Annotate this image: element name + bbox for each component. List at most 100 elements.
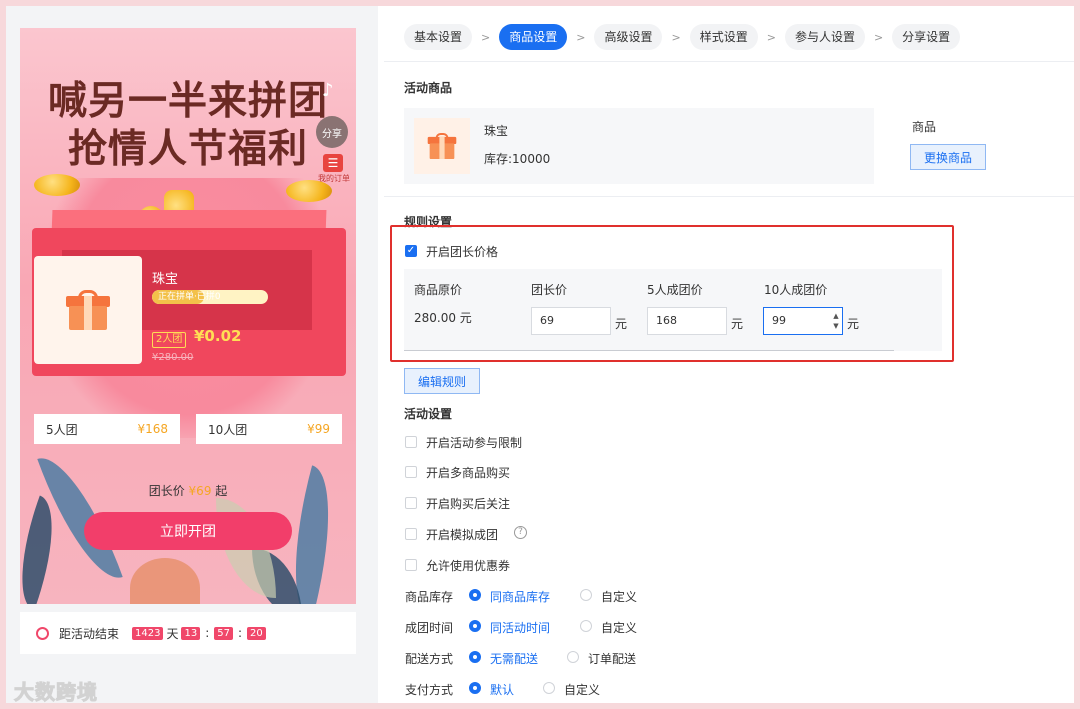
payment-label: 支付方式 (405, 683, 454, 697)
countdown-days: 1423 (132, 626, 164, 640)
stock-label: 商品库存 (405, 590, 454, 604)
radio-delivery-order[interactable] (567, 651, 579, 663)
radio-payment-default[interactable] (469, 682, 481, 694)
edit-rules-button[interactable]: 编辑规则 (404, 368, 480, 394)
music-note-icon[interactable]: ♪ (322, 80, 334, 101)
checkbox-label: 开启购买后关注 (426, 497, 511, 511)
goods-label: 商品 (912, 120, 937, 134)
step-style[interactable]: 样式设置 (689, 24, 758, 50)
order-list-icon: ☰ (323, 154, 343, 172)
tier-price: ¥168 (137, 422, 168, 436)
unit-label: 元 (847, 317, 860, 331)
number-spinner-icon[interactable]: ▲ ▼ (832, 311, 840, 331)
radio-label: 同活动时间 (490, 621, 551, 635)
leader-price-input[interactable]: 69 (531, 307, 611, 335)
checkbox-label: 开启多商品购买 (426, 466, 511, 480)
chevron-right-icon: > (873, 30, 884, 44)
col-leader-price: 团长价 (531, 283, 568, 297)
watermark-logo: 大数跨境 (14, 680, 98, 705)
goods-thumbnail (414, 118, 470, 174)
group-time-label: 成团时间 (405, 621, 454, 635)
five-price-input[interactable]: 168 (647, 307, 727, 335)
tier-10-card[interactable]: 10人团 ¥99 (196, 414, 342, 444)
goods-stock: 库存:10000 (484, 152, 551, 166)
leader-suffix: 起 (215, 484, 228, 498)
divider (384, 196, 1074, 197)
countdown-colon: : (238, 626, 243, 640)
ten-price-input[interactable]: 99 ▲ ▼ (763, 307, 843, 335)
gift-icon (66, 290, 110, 330)
goods-section-title: 活动商品 (404, 81, 453, 95)
radio-delivery-none[interactable] (469, 651, 481, 663)
step-goods[interactable]: 商品设置 (499, 24, 568, 50)
leader-price-checkbox[interactable]: ✓ (405, 245, 417, 257)
checkbox-follow-after-purchase[interactable] (405, 497, 417, 509)
leader-price: ¥69 (188, 484, 212, 498)
unit-label: 元 (731, 317, 744, 331)
coin-decoration (34, 174, 80, 196)
chevron-right-icon: > (481, 30, 491, 44)
countdown-bar: 距活动结束 1423 天 13 : 57 : 20 (20, 612, 356, 654)
radio-time-same[interactable] (469, 620, 481, 632)
tier-price: ¥99 (307, 422, 330, 436)
app-frame: 喊另一半来拼团 抢情人节福利 ♪ 分享 ☰ 我的订单 珠宝 正在拼单·已拼0 2… (6, 6, 1074, 705)
gift-icon (427, 133, 457, 159)
countdown-day-unit: 天 (166, 626, 179, 641)
col-original-price: 商品原价 (414, 283, 463, 297)
radio-label: 订单配送 (588, 652, 637, 666)
delivery-label: 配送方式 (405, 652, 454, 666)
checkbox-label: 允许使用优惠券 (426, 559, 511, 573)
price-rule-table: 商品原价 团长价 5人成团价 10人成团价 280.00 元 69 元 168 … (404, 269, 942, 351)
progress-text: 正在拼单·已拼0 (158, 292, 221, 302)
leader-price-checkbox-label: 开启团长价格 (426, 245, 499, 259)
leader-prefix: 团长价 (148, 484, 185, 498)
leaf-decoration (130, 558, 200, 604)
radio-time-custom[interactable] (580, 620, 592, 632)
preview-title-line2: 抢情人节福利 (67, 126, 308, 172)
step-nav: 基本设置 > 商品设置 > 高级设置 > 样式设置 > 参与人设置 > 分享设置 (404, 24, 961, 50)
radio-stock-same[interactable] (469, 589, 481, 601)
step-share[interactable]: 分享设置 (892, 24, 961, 50)
share-button[interactable]: 分享 (316, 116, 348, 148)
step-basic[interactable]: 基本设置 (404, 24, 473, 50)
my-order-button[interactable]: ☰ 我的订单 (318, 154, 350, 184)
original-price-value: 280.00 元 (414, 311, 472, 325)
checkbox-label: 开启模拟成团 (426, 528, 499, 542)
checkbox-participation-limit[interactable] (405, 436, 417, 448)
step-participants[interactable]: 参与人设置 (784, 24, 865, 50)
chevron-right-icon: > (576, 30, 586, 44)
radio-stock-custom[interactable] (580, 589, 592, 601)
start-group-button[interactable]: 立即开团 (84, 512, 292, 550)
countdown-seconds: 20 (247, 626, 266, 640)
countdown-hours: 13 (181, 626, 201, 640)
help-icon[interactable]: ? (514, 526, 527, 539)
chevron-right-icon: > (671, 30, 681, 44)
goods-name: 珠宝 (484, 124, 509, 138)
checkbox-multi-goods[interactable] (405, 466, 417, 478)
checkbox-simulate-group[interactable] (405, 528, 417, 540)
clock-icon (36, 626, 49, 640)
preview-product-name: 珠宝 (152, 272, 179, 287)
tier-5-card[interactable]: 5人团 ¥168 (34, 414, 180, 444)
checkbox-label: 开启活动参与限制 (426, 436, 523, 450)
tier-label: 5人团 (46, 422, 78, 437)
radio-label: 同商品库存 (490, 590, 551, 604)
radio-payment-custom[interactable] (543, 682, 555, 694)
countdown-minutes: 57 (214, 626, 233, 640)
radio-label: 自定义 (601, 590, 638, 604)
activity-section-title: 活动设置 (404, 407, 453, 421)
group-progress-bar: 正在拼单·已拼0 (152, 290, 268, 304)
radio-label: 自定义 (601, 621, 638, 635)
step-advanced[interactable]: 高级设置 (594, 24, 663, 50)
col-ten-price: 10人成团价 (764, 283, 828, 297)
product-image (34, 256, 142, 364)
replace-goods-button[interactable]: 更换商品 (910, 144, 986, 170)
chevron-right-icon: > (766, 30, 776, 44)
checkbox-allow-coupon[interactable] (405, 559, 417, 571)
countdown-colon: : (205, 626, 210, 640)
scrollbar[interactable] (404, 350, 894, 351)
radio-label: 默认 (490, 683, 515, 697)
team-price: ¥0.02 (194, 327, 242, 345)
col-five-price: 5人成团价 (647, 283, 703, 297)
original-price: ¥280.00 (152, 352, 194, 363)
